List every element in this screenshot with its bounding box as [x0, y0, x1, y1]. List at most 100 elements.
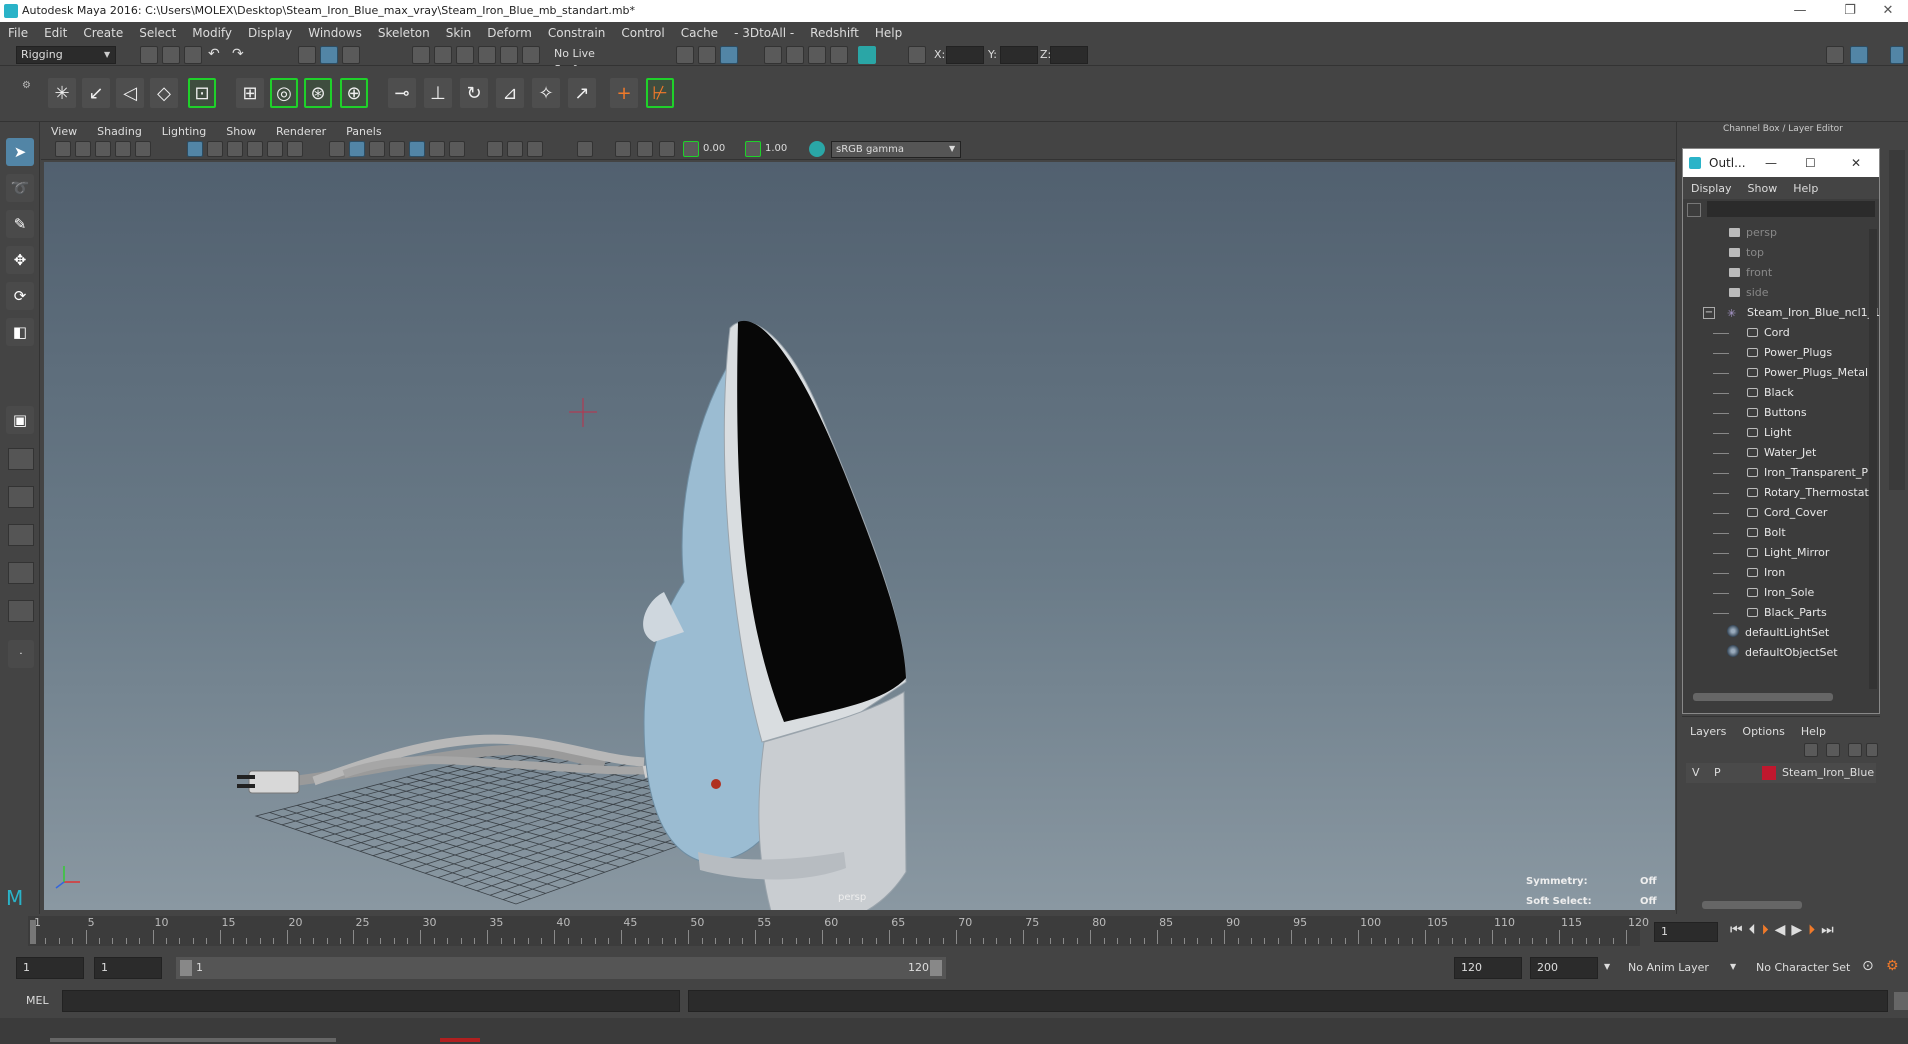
select-component-icon[interactable] — [342, 46, 360, 64]
perspective-viewport[interactable]: persp Symmetry: Off Soft Select: Off — [44, 162, 1675, 910]
current-frame-field[interactable]: 1 — [1654, 922, 1718, 942]
new-layer-selected-icon[interactable] — [1866, 743, 1878, 757]
image-plane-icon[interactable] — [115, 141, 131, 157]
sidebar-toggle-icon[interactable] — [1826, 46, 1844, 64]
layer-menu-layers[interactable]: Layers — [1682, 725, 1734, 738]
close-button[interactable]: ✕ — [1868, 0, 1908, 22]
x-field[interactable] — [946, 46, 984, 64]
playback-end-field[interactable]: 120 — [1454, 957, 1522, 979]
outliner-item-persp[interactable]: persp — [1729, 223, 1777, 243]
viewport-menu-view[interactable]: View — [41, 125, 87, 138]
persp-graph-layout-icon[interactable] — [8, 562, 34, 584]
open-scene-icon[interactable] — [162, 46, 180, 64]
depth-of-field-icon[interactable] — [527, 141, 543, 157]
y-field[interactable] — [1000, 46, 1038, 64]
character-set-dropdown[interactable]: No Character Set — [1756, 961, 1850, 974]
motion-blur-icon[interactable] — [487, 141, 503, 157]
new-scene-icon[interactable] — [140, 46, 158, 64]
layer-row[interactable]: V P Steam_Iron_Blue — [1686, 763, 1876, 783]
film-gate-icon[interactable] — [207, 141, 223, 157]
smooth-shade-icon[interactable] — [349, 141, 365, 157]
animation-start-field[interactable]: 1 — [16, 957, 84, 979]
blendshape-shelf-button[interactable]: ⊕ — [340, 78, 368, 108]
snap-view-icon[interactable] — [478, 46, 496, 64]
multisample-aa-icon[interactable] — [507, 141, 523, 157]
isolate-select-icon[interactable] — [577, 141, 593, 157]
scale-constraint-shelf-button[interactable]: ⊿ — [496, 78, 524, 108]
snap-grid-icon[interactable] — [412, 46, 430, 64]
output-ops-icon[interactable] — [698, 46, 716, 64]
play-forward-icon[interactable]: ▶ — [1791, 922, 1808, 938]
step-back-icon[interactable]: ⏴ — [1749, 922, 1762, 938]
layer-menu-options[interactable]: Options — [1734, 725, 1792, 738]
lasso-tool-icon[interactable]: ➰ — [6, 174, 34, 202]
gate-mask-icon[interactable] — [247, 141, 263, 157]
outliner-menu-show[interactable]: Show — [1740, 182, 1786, 195]
anim-layer-dropdown[interactable]: No Anim Layer — [1628, 961, 1709, 974]
menu-cache[interactable]: Cache — [673, 26, 726, 40]
layer-visibility-toggle[interactable]: V — [1692, 766, 1700, 779]
magnet-icon[interactable] — [522, 46, 540, 64]
play-back-icon[interactable]: ◀ — [1775, 922, 1792, 938]
aim-constraint-shelf-button[interactable]: ✧ — [532, 78, 560, 108]
snap-curve-icon[interactable] — [434, 46, 452, 64]
menuset-dropdown[interactable]: Rigging — [16, 46, 116, 64]
exposure-icon[interactable] — [683, 141, 699, 157]
viewport-menu-panels[interactable]: Panels — [336, 125, 391, 138]
outliner-item-light[interactable]: Light — [1747, 423, 1791, 443]
gamma-icon[interactable] — [745, 141, 761, 157]
four-pane-layout-icon[interactable] — [8, 448, 34, 470]
viewport-menu-renderer[interactable]: Renderer — [266, 125, 336, 138]
outliner-item-buttons[interactable]: Buttons — [1747, 403, 1807, 423]
step-back-key-icon[interactable]: ⏵ — [1762, 922, 1775, 938]
hypershade-layout-icon[interactable] — [8, 600, 34, 622]
animation-end-field[interactable]: 200 — [1530, 957, 1598, 979]
outliner-horizontal-scrollbar[interactable] — [1693, 693, 1833, 701]
locator-shelf-button[interactable]: + — [610, 78, 638, 108]
gamma-value[interactable]: 1.00 — [765, 143, 787, 154]
outliner-item-bolt[interactable]: Bolt — [1747, 523, 1786, 543]
single-pane-layout-icon[interactable]: ▣ — [6, 406, 34, 434]
safe-action-icon[interactable] — [287, 141, 303, 157]
screen-space-ao-icon[interactable] — [449, 141, 465, 157]
outliner-item-black-parts[interactable]: Black_Parts — [1747, 603, 1827, 623]
snap-surface-icon[interactable] — [500, 46, 518, 64]
ik-handle-shelf-button[interactable]: ◁ — [116, 78, 144, 108]
camera-attributes-icon[interactable] — [75, 141, 91, 157]
outliner-item-iron[interactable]: Iron — [1747, 563, 1785, 583]
menu-edit[interactable]: Edit — [36, 26, 75, 40]
textured-icon[interactable] — [389, 141, 405, 157]
construction-history-icon[interactable] — [720, 46, 738, 64]
outliner-item-cord[interactable]: Cord — [1747, 323, 1790, 343]
set-key-shelf-button[interactable]: ⊬ — [646, 78, 674, 108]
input-ops-icon[interactable] — [676, 46, 694, 64]
outliner-item-front[interactable]: front — [1729, 263, 1772, 283]
undo-icon[interactable]: ↶ — [208, 46, 220, 62]
playback-start-field[interactable]: 1 — [94, 957, 162, 979]
select-tool-icon[interactable]: ➤ — [6, 138, 34, 166]
outliner-item-iron-sole[interactable]: Iron_Sole — [1747, 583, 1814, 603]
viewport-menu-shading[interactable]: Shading — [87, 125, 152, 138]
grid-toggle-icon[interactable] — [187, 141, 203, 157]
menu-modify[interactable]: Modify — [184, 26, 240, 40]
step-forward-key-icon[interactable]: ⏵ — [1808, 922, 1821, 938]
pole-vector-shelf-button[interactable]: ↗ — [568, 78, 596, 108]
move-layer-down-icon[interactable] — [1826, 743, 1840, 757]
command-input[interactable] — [62, 990, 680, 1012]
close-icon[interactable]: ✕ — [1851, 149, 1861, 177]
move-tool-icon[interactable]: ✥ — [6, 246, 34, 274]
render-frame-icon[interactable] — [764, 46, 782, 64]
auto-key-icon[interactable]: ⊙ — [1862, 958, 1874, 974]
attribute-editor-toggle-icon[interactable] — [1890, 46, 1904, 64]
wrap-shelf-button[interactable]: ⊛ — [304, 78, 332, 108]
layout-menu-icon[interactable]: · — [8, 640, 34, 668]
select-hierarchy-icon[interactable] — [298, 46, 316, 64]
layer-scrollbar[interactable] — [1702, 901, 1802, 909]
redo-icon[interactable]: ↷ — [232, 46, 244, 62]
outliner-menu-display[interactable]: Display — [1683, 182, 1740, 195]
outliner-search-input[interactable] — [1707, 201, 1875, 217]
xray-icon[interactable] — [615, 141, 631, 157]
parent-constraint-shelf-button[interactable]: ⊸ — [388, 78, 416, 108]
cluster-shelf-button[interactable]: ⊞ — [236, 78, 264, 108]
collapse-icon[interactable]: − — [1703, 307, 1715, 319]
